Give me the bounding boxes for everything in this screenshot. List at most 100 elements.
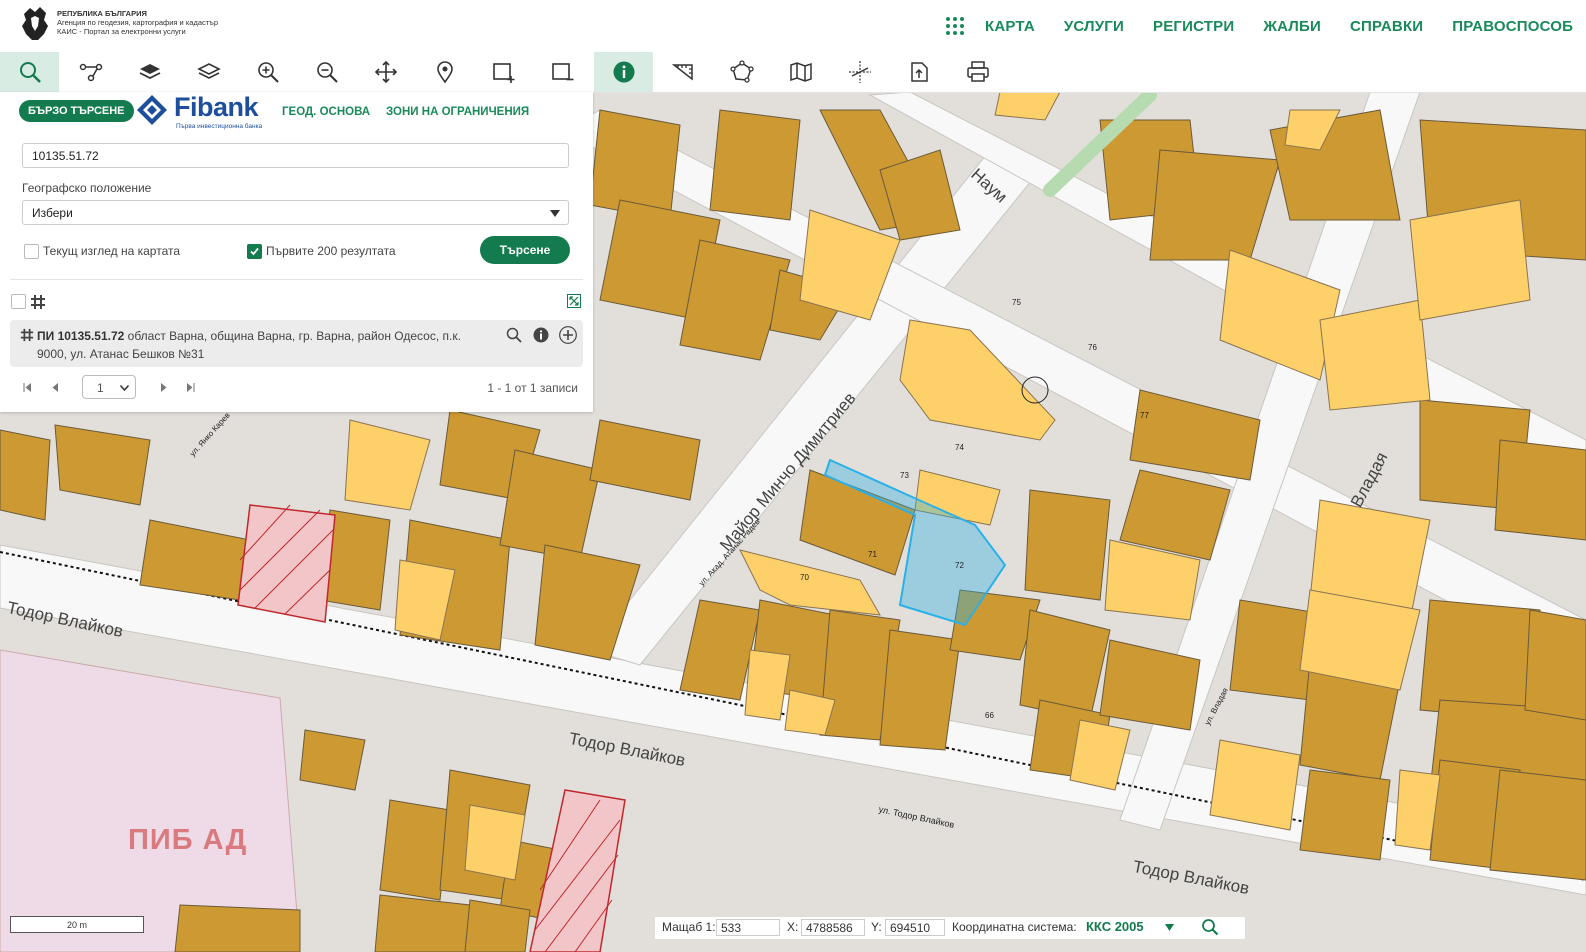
map-view-tool[interactable] — [771, 52, 830, 92]
pib-ad-label: ПИБ АД — [128, 824, 248, 856]
info-tool[interactable] — [594, 52, 653, 92]
move-arrows-icon — [374, 60, 397, 84]
first-200-label: Първите 200 резултата — [266, 244, 396, 258]
pan-tool[interactable] — [356, 52, 415, 92]
current-view-label: Текущ изглед на картата — [43, 244, 181, 258]
y-coordinate-input[interactable]: 694510 — [885, 919, 945, 936]
route-tool[interactable] — [61, 52, 120, 92]
select-area-tool[interactable] — [474, 52, 533, 92]
export-tool[interactable] — [889, 52, 948, 92]
zoom-out-tool[interactable] — [297, 52, 356, 92]
nav-item-registers[interactable]: РЕГИСТРИ — [1153, 18, 1234, 35]
plus-icon — [559, 326, 577, 344]
locate-tool[interactable] — [415, 52, 474, 92]
svg-text:70: 70 — [800, 573, 809, 582]
crosshair-tool[interactable] — [830, 52, 889, 92]
crs-label: Координатна система: — [952, 920, 1077, 934]
fibank-diamond-icon — [137, 95, 167, 125]
measure-tool[interactable] — [653, 52, 712, 92]
tab-quick-search[interactable]: БЪРЗО ТЪРСЕНЕ — [19, 100, 134, 122]
search-panel: БЪРЗО ТЪРСЕНЕ Fibank Първа инвестиционна… — [0, 92, 593, 412]
apps-grid-icon[interactable] — [945, 16, 965, 36]
result-item[interactable]: ПИ 10135.51.72 област Варна, община Варн… — [10, 320, 583, 367]
tab-geodetic-base[interactable]: ГЕОД. ОСНОВА — [282, 106, 370, 118]
polygon-icon — [729, 60, 754, 83]
ruler-icon — [671, 64, 693, 81]
agency-line-2: Агенция по геодезия, картография и кадас… — [57, 18, 219, 27]
svg-text:66: 66 — [985, 711, 994, 720]
first-page-icon[interactable] — [23, 383, 32, 392]
nav-item-services[interactable]: УСЛУГИ — [1064, 18, 1124, 35]
pagination: 1 1 - 1 от 1 записи — [0, 374, 593, 402]
checkmark-icon — [250, 247, 259, 256]
fibank-sponsor-logo[interactable]: Fibank Първа инвестиционна банка — [136, 80, 276, 130]
route-icon — [79, 63, 102, 82]
search-button[interactable]: Търсене — [480, 236, 570, 264]
svg-text:72: 72 — [955, 561, 964, 570]
records-count: 1 - 1 от 1 записи — [487, 381, 578, 395]
scale-input[interactable]: 533 — [716, 919, 780, 936]
svg-text:74: 74 — [955, 443, 964, 452]
nav-item-complaints[interactable]: ЖАЛБИ — [1263, 18, 1321, 35]
nav-item-reports[interactable]: СПРАВКИ — [1350, 18, 1423, 35]
polygon-tool[interactable] — [712, 52, 771, 92]
main-nav: КАРТА УСЛУГИ РЕГИСТРИ ЖАЛБИ СПРАВКИ ПРАВ… — [945, 0, 1586, 52]
crs-dropdown-icon[interactable] — [1165, 924, 1174, 931]
next-page-icon[interactable] — [159, 383, 168, 392]
result-parcel-id: ПИ 10135.51.72 — [37, 329, 125, 343]
svg-text:77: 77 — [1140, 411, 1149, 420]
nav-item-map[interactable]: КАРТА — [985, 18, 1035, 35]
tab-restriction-zones[interactable]: ЗОНИ НА ОГРАНИЧЕНИЯ — [386, 106, 529, 118]
coat-of-arms-logo[interactable] — [18, 4, 52, 44]
map-pin-icon — [436, 61, 453, 84]
search-icon — [506, 327, 522, 343]
current-view-checkbox[interactable] — [24, 244, 39, 259]
agency-line-1: РЕПУБЛИКА БЪЛГАРИЯ — [57, 9, 147, 18]
print-tool[interactable] — [948, 52, 1007, 92]
search-tool[interactable] — [0, 52, 59, 92]
scale-label: Мащаб 1: — [662, 920, 716, 934]
parcel-grid-icon — [20, 328, 34, 342]
remove-rectangle-icon — [551, 63, 573, 81]
result-zoom-button[interactable] — [504, 325, 524, 345]
geo-position-select[interactable]: Избери — [22, 200, 569, 225]
zoom-out-icon — [316, 62, 338, 83]
info-icon — [533, 327, 549, 343]
crs-value[interactable]: ККС 2005 — [1086, 919, 1144, 934]
svg-text:73: 73 — [900, 471, 909, 480]
upload-document-icon — [910, 62, 928, 82]
info-icon — [613, 61, 634, 83]
select-all-checkbox[interactable] — [11, 294, 26, 309]
coordinate-search-icon[interactable] — [1201, 918, 1219, 936]
x-label: X: — [787, 920, 799, 934]
parcel-grid-icon — [31, 295, 45, 309]
agency-line-3: КАИС - Портал за електронни услуги — [57, 27, 186, 36]
last-page-icon[interactable] — [186, 383, 195, 392]
result-info-button[interactable] — [531, 325, 551, 345]
expand-icon[interactable] — [567, 294, 581, 308]
first-200-checkbox[interactable] — [247, 244, 262, 259]
x-coordinate-input[interactable]: 4788586 — [801, 919, 865, 936]
pib-ad-zone — [0, 649, 301, 952]
geo-select-value: Избери — [32, 206, 73, 220]
folded-map-icon — [789, 62, 812, 82]
deselect-area-tool[interactable] — [533, 52, 592, 92]
fibank-tagline: Първа инвестиционна банка — [176, 123, 263, 130]
page-select-value: 1 — [97, 381, 104, 395]
result-add-button[interactable] — [558, 325, 578, 345]
prev-page-icon[interactable] — [51, 383, 60, 392]
svg-text:71: 71 — [868, 550, 877, 559]
agency-name: РЕПУБЛИКА БЪЛГАРИЯ Агенция по геодезия, … — [57, 9, 218, 36]
page-select[interactable]: 1 — [82, 375, 136, 399]
search-input[interactable]: 10135.51.72 — [22, 143, 569, 168]
nav-item-qualifications[interactable]: ПРАВОСПОСОБ — [1452, 18, 1573, 35]
crosshair-icon — [848, 61, 871, 83]
map-status-bar: Мащаб 1: 533 X: 4788586 Y: 694510 Коорди… — [655, 917, 1245, 939]
chevron-down-icon — [120, 385, 129, 391]
result-text: ПИ 10135.51.72 област Варна, община Варн… — [37, 327, 477, 363]
scale-bar: 20 m — [10, 916, 144, 933]
header: РЕПУБЛИКА БЪЛГАРИЯ Агенция по геодезия, … — [0, 0, 1586, 53]
y-label: Y: — [871, 920, 882, 934]
panel-divider — [10, 279, 583, 280]
dropdown-arrow-icon — [550, 210, 560, 217]
